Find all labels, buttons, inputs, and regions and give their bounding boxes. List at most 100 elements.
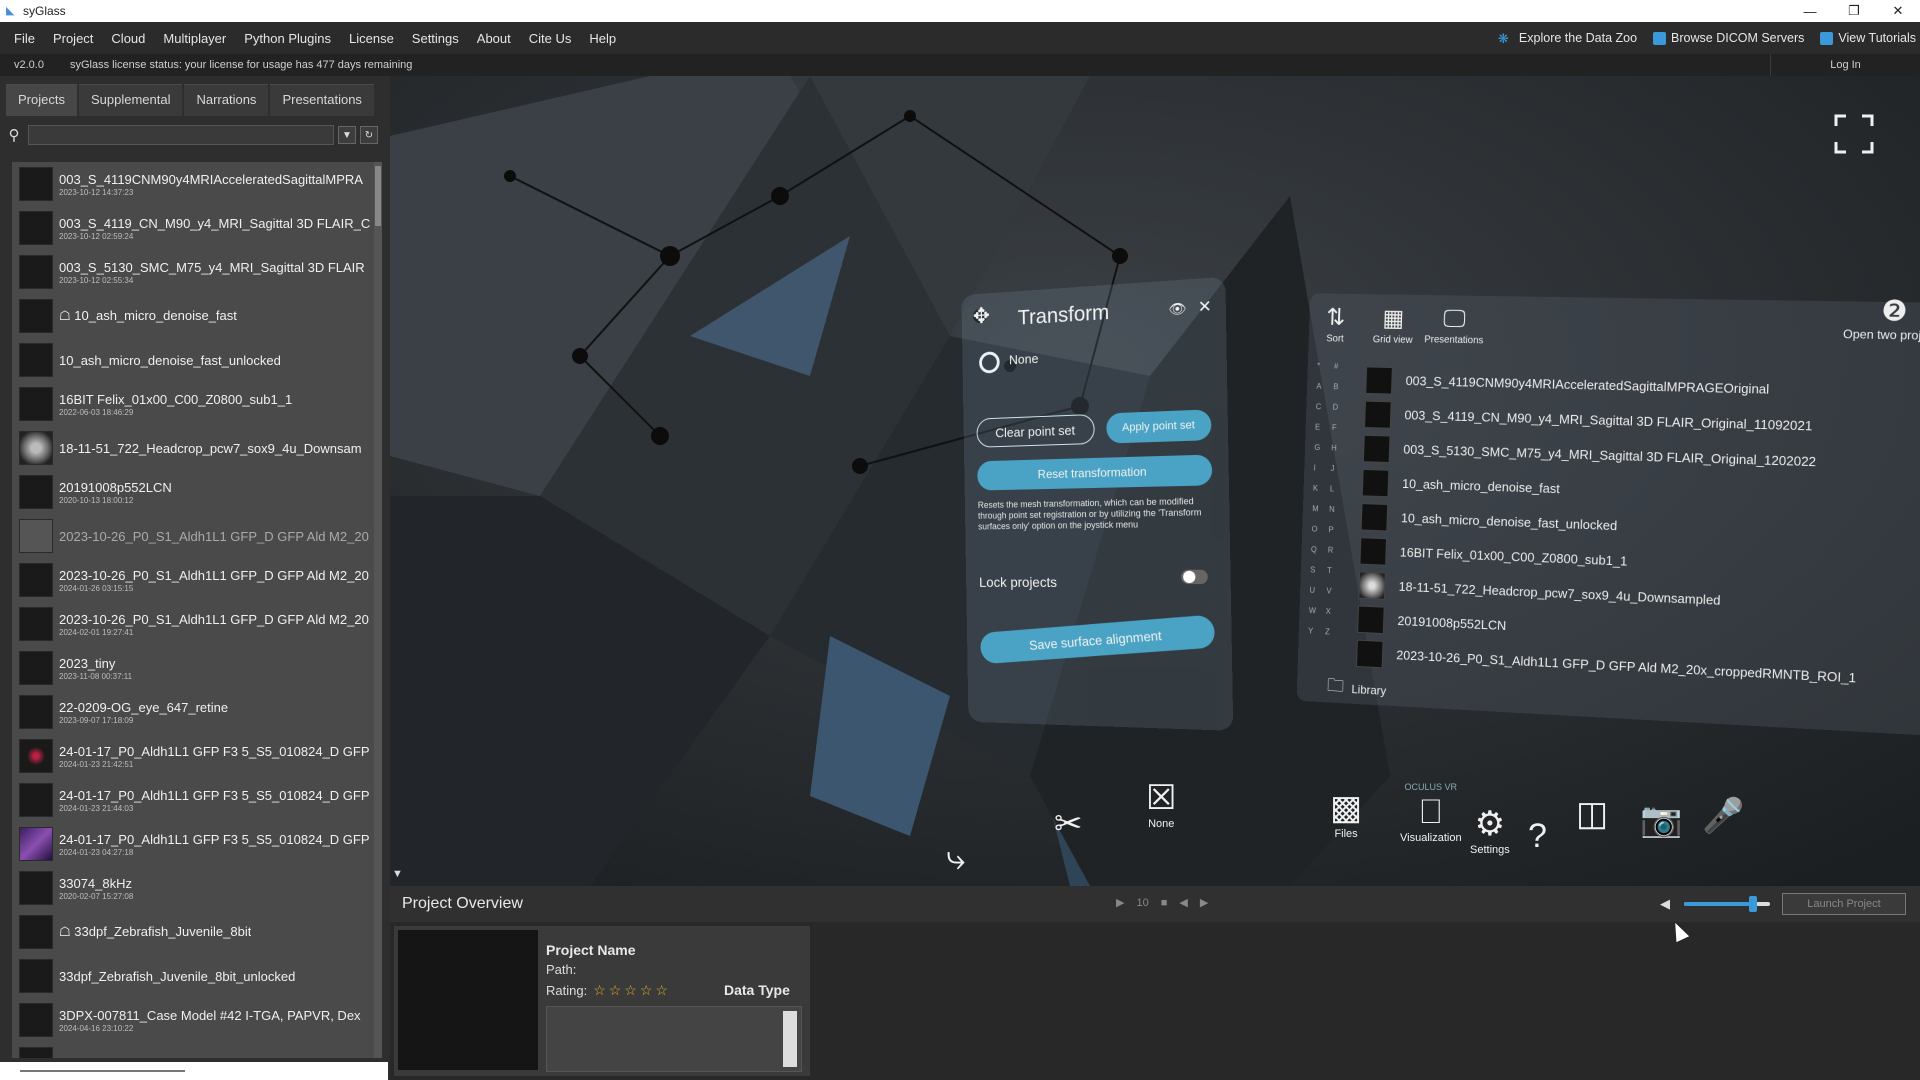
alphabet-letter[interactable]: I (1314, 464, 1331, 473)
project-list[interactable]: 003_S_4119CNM90y4MRIAcceleratedSagittalM… (12, 162, 374, 1058)
project-list-scrollbar[interactable] (374, 162, 382, 1058)
alphabet-letter[interactable]: V (1326, 587, 1343, 597)
tab-narrations[interactable]: Narrations (184, 84, 268, 116)
expand-down-icon[interactable]: ▼ (392, 868, 403, 880)
lock-projects-toggle[interactable] (1181, 570, 1208, 584)
menu-cloud[interactable]: Cloud (102, 31, 154, 46)
log-in-button[interactable]: Log In (1770, 54, 1920, 76)
project-list-item[interactable]: 2023-10-26_P0_S1_Aldh1L1 GFP_D GFP Ald M… (12, 558, 374, 602)
alphabet-letter[interactable]: F (1332, 423, 1349, 432)
horizontal-scrollbar-thumb[interactable] (20, 1070, 185, 1072)
apply-point-set-button[interactable]: Apply point set (1106, 409, 1211, 443)
project-list-item[interactable]: 3DPX-016209_Case Model #117 DTGA, PDA (12, 1042, 374, 1058)
alphabet-letter[interactable]: J (1330, 464, 1347, 473)
alphabet-letter[interactable]: L (1330, 484, 1347, 493)
alphabet-letter[interactable]: P (1328, 525, 1345, 534)
project-list-item[interactable]: 22-0209-OG_eye_647_retine 2023-09-07 17:1… (12, 690, 374, 734)
menu-multiplayer[interactable]: Multiplayer (154, 31, 235, 46)
alphabet-letter[interactable]: U (1309, 586, 1326, 595)
next-icon[interactable]: ▶ (1200, 896, 1208, 909)
alphabet-letter[interactable]: * (1317, 362, 1334, 371)
close-button[interactable]: ✕ (1876, 0, 1920, 22)
menu-license[interactable]: License (340, 31, 403, 46)
alphabet-letter[interactable]: G (1314, 443, 1331, 452)
project-list-item[interactable]: 24-01-17_P0_Aldh1L1 GFP F3 5_S5_010824_D… (12, 734, 374, 778)
play-icon[interactable]: ▶ (1116, 896, 1124, 909)
scrollbar-thumb[interactable] (375, 166, 381, 226)
view-tutorials-link[interactable]: View Tutorials (1820, 31, 1916, 45)
alphabet-letter[interactable]: D (1333, 403, 1350, 412)
library-list[interactable]: 003_S_4119CNM90y4MRIAcceleratedSagittalM… (1356, 363, 1920, 699)
tab-presentations[interactable]: Presentations (270, 84, 374, 116)
menu-project[interactable]: Project (44, 31, 102, 46)
project-list-item[interactable]: 003_S_4119CNM90y4MRIAcceleratedSagittalM… (12, 162, 374, 206)
presentations-tool[interactable]: 🖵 Presentations (1424, 305, 1484, 346)
none-radio[interactable] (979, 351, 1000, 374)
project-list-item[interactable]: 33074_8kHz 2020-02-07 15:27:08 (12, 866, 374, 910)
volume-icon[interactable]: ◀ (1660, 896, 1670, 912)
alphabet-letter[interactable]: S (1310, 565, 1327, 574)
tab-projects[interactable]: Projects (6, 84, 77, 116)
previous-icon[interactable]: ◀ (1179, 896, 1187, 909)
menu-about[interactable]: About (468, 31, 520, 46)
menu-file[interactable]: File (0, 31, 44, 46)
alphabet-letter[interactable]: K (1313, 484, 1330, 493)
project-list-item[interactable]: ☖ 33dpf_Zebrafish_Juvenile_8bit (12, 910, 374, 954)
project-list-item[interactable]: 2023_tiny 2023-11-08 00:37:11 (12, 646, 374, 690)
reset-transformation-button[interactable]: Reset transformation (977, 455, 1212, 491)
save-surface-alignment-button[interactable]: Save surface alignment (979, 615, 1216, 665)
close-icon[interactable]: ✕ (1198, 296, 1212, 317)
search-input[interactable] (28, 125, 334, 145)
open-two-projects-button[interactable]: ❷ Open two projects (1843, 293, 1920, 343)
stop-icon[interactable]: ■ (1161, 897, 1168, 909)
project-list-item[interactable]: 2023-10-26_P0_S1_Aldh1L1 GFP_D GFP Ald M… (12, 602, 374, 646)
fullscreen-icon[interactable] (1834, 114, 1874, 154)
grid-view-tool[interactable]: ▦ Grid view (1373, 304, 1414, 346)
alphabet-letter[interactable]: Q (1311, 545, 1328, 554)
alphabet-letter[interactable]: Y (1308, 627, 1325, 637)
library-button[interactable]: 🗀 Library (1326, 673, 1386, 705)
project-list-item[interactable]: 18-11-51_722_Headcrop_pcw7_sox9_4u_Downs… (12, 426, 374, 470)
project-list-item[interactable]: 2023-10-26_P0_S1_Aldh1L1 GFP_D GFP Ald M… (12, 514, 374, 558)
description-scrollbar[interactable] (783, 1011, 797, 1067)
rating-stars[interactable]: ☆☆☆☆☆ (593, 982, 671, 999)
project-list-item[interactable]: 003_S_5130_SMC_M75_y4_MRI_Sagittal 3D FL… (12, 250, 374, 294)
project-list-item[interactable]: 10_ash_micro_denoise_fast_unlocked (12, 338, 374, 382)
alphabet-letter[interactable]: N (1329, 505, 1346, 514)
horizontal-scrollbar[interactable] (0, 1062, 388, 1080)
alphabet-letter[interactable]: R (1328, 546, 1345, 555)
project-list-item[interactable]: 20191008p552LCN 2020-10-13 18:00:12 (12, 470, 374, 514)
project-list-item[interactable]: 3DPX-007811_Case Model #42 I-TGA, PAPVR,… (12, 998, 374, 1042)
alphabet-index[interactable]: * # A B C D E F G H I J K L M N O P Q R S T U V W X Y Z (1308, 362, 1351, 637)
menu-cite-us[interactable]: Cite Us (520, 31, 581, 46)
menu-help[interactable]: Help (580, 31, 625, 46)
alphabet-letter[interactable]: Z (1325, 627, 1342, 637)
vr-viewport[interactable]: ✥ Transform 👁 ✕ None Clear point set App… (390, 76, 1920, 886)
alphabet-letter[interactable]: M (1312, 504, 1329, 513)
project-list-item[interactable]: 003_S_4119_CN_M90_y4_MRI_Sagittal 3D FLA… (12, 206, 374, 250)
project-list-item[interactable]: 24-01-17_P0_Aldh1L1 GFP F3 5_S5_010824_D… (12, 822, 374, 866)
alphabet-letter[interactable]: X (1326, 607, 1343, 617)
clear-point-set-button[interactable]: Clear point set (976, 414, 1094, 448)
eye-icon[interactable]: 👁 (1168, 300, 1186, 318)
project-list-item[interactable]: 33dpf_Zebrafish_Juvenile_8bit_unlocked (12, 954, 374, 998)
project-list-item[interactable]: ☖ 10_ash_micro_denoise_fast (12, 294, 374, 338)
alphabet-letter[interactable]: W (1309, 606, 1326, 616)
minimize-button[interactable]: — (1788, 0, 1832, 22)
alphabet-letter[interactable]: E (1315, 423, 1332, 432)
alphabet-letter[interactable]: O (1311, 525, 1328, 534)
restore-button[interactable]: ❐ (1832, 0, 1876, 22)
browse-dicom-link[interactable]: Browse DICOM Servers (1653, 31, 1804, 45)
description-box[interactable] (546, 1006, 802, 1072)
alphabet-letter[interactable]: A (1316, 382, 1333, 391)
alphabet-letter[interactable]: # (1334, 362, 1351, 371)
sort-tool[interactable]: ⇅ Sort (1325, 303, 1345, 344)
alphabet-letter[interactable]: B (1333, 382, 1350, 391)
volume-slider[interactable] (1684, 902, 1770, 906)
volume-handle[interactable] (1749, 896, 1757, 912)
menu-python-plugins[interactable]: Python Plugins (235, 31, 340, 46)
project-list-item[interactable]: 24-01-17_P0_Aldh1L1 GFP F3 5_S5_010824_D… (12, 778, 374, 822)
explore-data-zoo-link[interactable]: ❋ Explore the Data Zoo (1498, 31, 1637, 45)
alphabet-letter[interactable]: C (1316, 402, 1333, 411)
alphabet-letter[interactable]: H (1331, 444, 1348, 453)
